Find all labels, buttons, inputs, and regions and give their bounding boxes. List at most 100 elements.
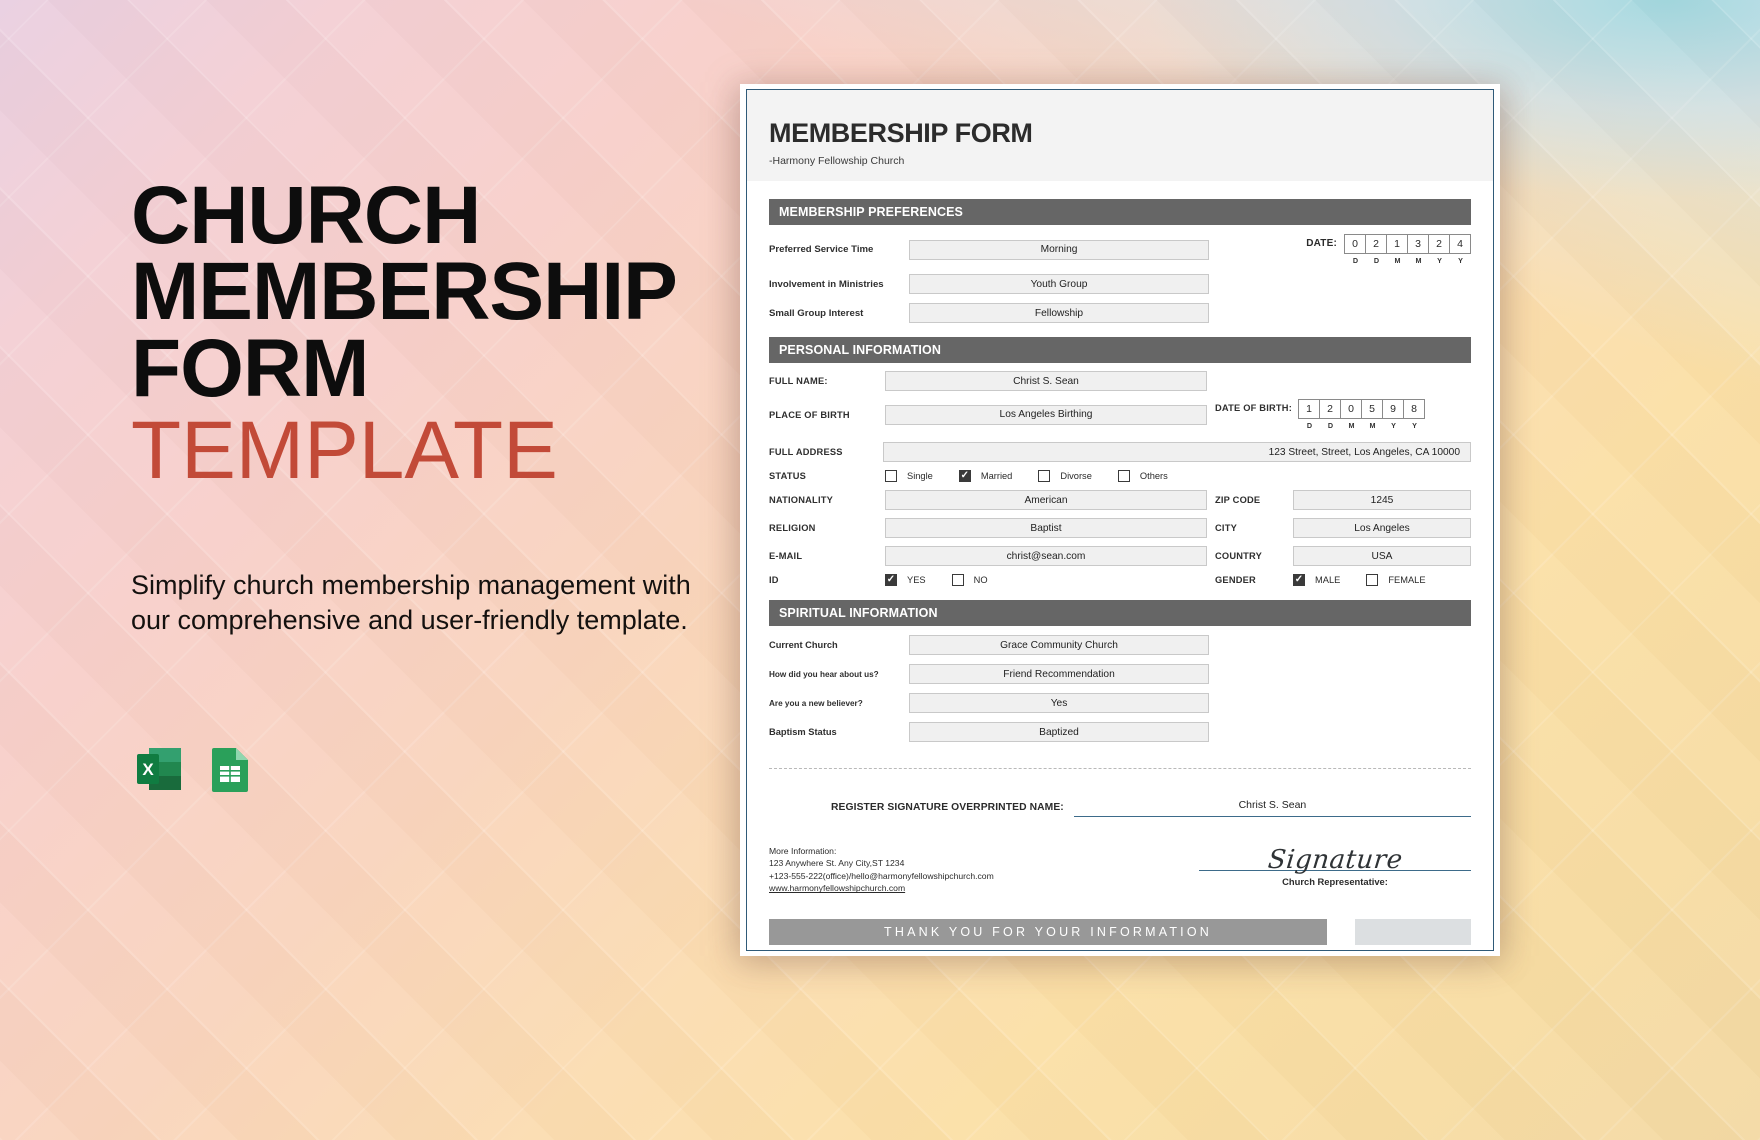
date-cell: 2 Y xyxy=(1428,234,1450,265)
date-digit-1[interactable]: 0 xyxy=(1344,234,1366,254)
label-religion: RELIGION xyxy=(769,523,816,533)
label-small-group-interest: Small Group Interest xyxy=(769,307,864,319)
dob-caption-4: M xyxy=(1369,421,1376,430)
dob-cell: 8 Y xyxy=(1403,399,1425,430)
checkbox-status-others[interactable] xyxy=(1117,470,1130,482)
dob-caption-1: D xyxy=(1306,421,1313,430)
input-baptism-status[interactable]: Baptized xyxy=(909,722,1209,742)
date-cell: 2 D xyxy=(1365,234,1387,265)
label-nationality: NATIONALITY xyxy=(769,495,834,505)
svg-text:X: X xyxy=(142,760,154,779)
label-register-signature: REGISTER SIGNATURE OVERPRINTED NAME: xyxy=(831,802,1064,813)
label-date-of-birth: DATE OF BIRTH: xyxy=(1215,403,1292,413)
checkbox-status-single[interactable] xyxy=(885,470,897,482)
dob-digit-2[interactable]: 2 xyxy=(1319,399,1341,419)
label-zip-code: ZIP CODE xyxy=(1215,495,1261,505)
label-gender-female: FEMALE xyxy=(1388,575,1426,585)
input-religion[interactable]: Baptist xyxy=(885,518,1207,538)
signature-script: Signature xyxy=(1266,845,1404,875)
field-row-new-believer: Are you a new believer? Yes xyxy=(769,693,1471,713)
checkbox-gender-female[interactable] xyxy=(1366,574,1379,586)
field-row-nationality-zip: NATIONALITY American ZIP CODE 1245 xyxy=(769,490,1471,510)
input-city[interactable]: Los Angeles xyxy=(1293,518,1471,538)
label-gender-male: MALE xyxy=(1315,575,1341,585)
field-row-current-church: Current Church Grace Community Church xyxy=(769,635,1471,655)
section-header-membership-preferences: MEMBERSHIP PREFERENCES xyxy=(769,199,1471,225)
label-baptism-status: Baptism Status xyxy=(769,727,837,737)
dob-digit-3[interactable]: 0 xyxy=(1340,399,1362,419)
field-row-preferred-service-time: Preferred Service Time Morning DATE: 0 D… xyxy=(769,234,1471,265)
field-row-place-of-birth: PLACE OF BIRTH Los Angeles Birthing DATE… xyxy=(769,399,1471,430)
dob-digit-6[interactable]: 8 xyxy=(1403,399,1425,419)
page-subtitle: -Harmony Fellowship Church xyxy=(769,155,905,167)
input-zip-code[interactable]: 1245 xyxy=(1293,490,1471,510)
date-digit-5[interactable]: 2 xyxy=(1428,234,1450,254)
checkbox-id-yes[interactable] xyxy=(885,574,897,586)
input-register-signature-name[interactable]: Christ S. Sean xyxy=(1073,799,1471,817)
more-information-website[interactable]: www.harmonyfellowshipchurch.com xyxy=(769,882,994,894)
label-place-of-birth: PLACE OF BIRTH xyxy=(769,409,850,420)
checkbox-gender-male[interactable] xyxy=(1293,574,1305,586)
input-full-name[interactable]: Christ S. Sean xyxy=(885,371,1207,391)
label-status: STATUS xyxy=(769,471,807,481)
checkbox-status-divorse[interactable] xyxy=(1038,470,1051,482)
input-preferred-service-time[interactable]: Morning xyxy=(909,239,1209,260)
dob-cell: 1 D xyxy=(1298,399,1320,430)
input-nationality[interactable]: American xyxy=(885,490,1207,510)
footer-row: THANK YOU FOR YOUR INFORMATION xyxy=(769,918,1471,945)
date-cell: 3 M xyxy=(1407,234,1429,265)
dob-digit-5[interactable]: 9 xyxy=(1382,399,1404,419)
label-church-representative: Church Representative: xyxy=(1282,876,1388,887)
promo-title-accent: TEMPLATE xyxy=(131,404,558,496)
input-how-did-you-hear[interactable]: Friend Recommendation xyxy=(909,664,1209,684)
label-status-divorse: Divorse xyxy=(1060,471,1092,481)
dob-digit-1[interactable]: 1 xyxy=(1298,399,1320,419)
date-caption-5: Y xyxy=(1437,256,1442,265)
promo-description: Simplify church membership management wi… xyxy=(131,570,691,635)
checkbox-status-married[interactable] xyxy=(958,470,971,482)
input-place-of-birth[interactable]: Los Angeles Birthing xyxy=(885,404,1207,425)
date-of-birth-group: DATE OF BIRTH: 1 D 2 D 0 M 5 M 9 Y 8 Y xyxy=(1215,399,1425,430)
date-group: DATE: 0 D 2 D 1 M 3 M 2 Y 4 Y xyxy=(1306,234,1471,265)
date-cell: 1 M xyxy=(1386,234,1408,265)
file-format-icons: X xyxy=(133,742,257,796)
date-digit-3[interactable]: 1 xyxy=(1386,234,1408,254)
label-id-no: NO xyxy=(973,575,988,585)
dob-digit-4[interactable]: 5 xyxy=(1361,399,1383,419)
label-email: E-MAIL xyxy=(769,551,803,561)
input-full-address[interactable]: 123 Street, Street, Los Angeles, CA 1000… xyxy=(882,442,1471,462)
label-status-others: Others xyxy=(1139,471,1168,481)
field-row-email-country: E-MAIL christ@sean.com COUNTRY USA xyxy=(769,546,1471,566)
input-small-group-interest[interactable]: Fellowship xyxy=(909,303,1209,323)
date-digit-6[interactable]: 4 xyxy=(1449,234,1471,254)
input-current-church[interactable]: Grace Community Church xyxy=(909,635,1209,655)
input-email[interactable]: christ@sean.com xyxy=(885,546,1207,566)
date-caption-3: M xyxy=(1394,256,1401,265)
label-id-yes: YES xyxy=(907,575,926,585)
label-involvement-in-ministries: Involvement in Ministries xyxy=(769,278,884,290)
input-involvement-in-ministries[interactable]: Youth Group xyxy=(909,274,1209,294)
google-sheets-icon[interactable] xyxy=(203,742,257,796)
id-options: YES NO xyxy=(885,574,1207,586)
more-information-block: More Information: 123 Anywhere St. Any C… xyxy=(769,845,994,895)
dob-caption-5: Y xyxy=(1391,421,1396,430)
input-new-believer[interactable]: Yes xyxy=(909,693,1209,713)
register-signature-row: REGISTER SIGNATURE OVERPRINTED NAME: Chr… xyxy=(769,799,1471,817)
date-digit-4[interactable]: 3 xyxy=(1407,234,1429,254)
date-digit-2[interactable]: 2 xyxy=(1365,234,1387,254)
excel-icon[interactable]: X xyxy=(133,742,187,796)
church-representative-signature-block: Signature Church Representative: xyxy=(1199,845,1471,895)
input-country[interactable]: USA xyxy=(1293,546,1471,566)
dob-caption-2: D xyxy=(1327,421,1334,430)
field-row-how-did-you-hear: How did you hear about us? Friend Recomm… xyxy=(769,664,1471,684)
dob-caption-3: M xyxy=(1348,421,1355,430)
date-boxes: 0 D 2 D 1 M 3 M 2 Y 4 Y xyxy=(1344,234,1471,265)
status-options: Single Married Divorse Others xyxy=(885,470,1194,482)
label-preferred-service-time: Preferred Service Time xyxy=(769,244,874,255)
promo-title-block: CHURCH MEMBERSHIP FORM TEMPLATE xyxy=(131,174,731,496)
checkbox-id-no[interactable] xyxy=(951,574,964,586)
label-id: ID xyxy=(769,575,779,585)
field-row-small-group-interest: Small Group Interest Fellowship xyxy=(769,303,1471,323)
label-status-single: Single xyxy=(907,471,933,481)
date-caption-1: D xyxy=(1352,256,1359,265)
